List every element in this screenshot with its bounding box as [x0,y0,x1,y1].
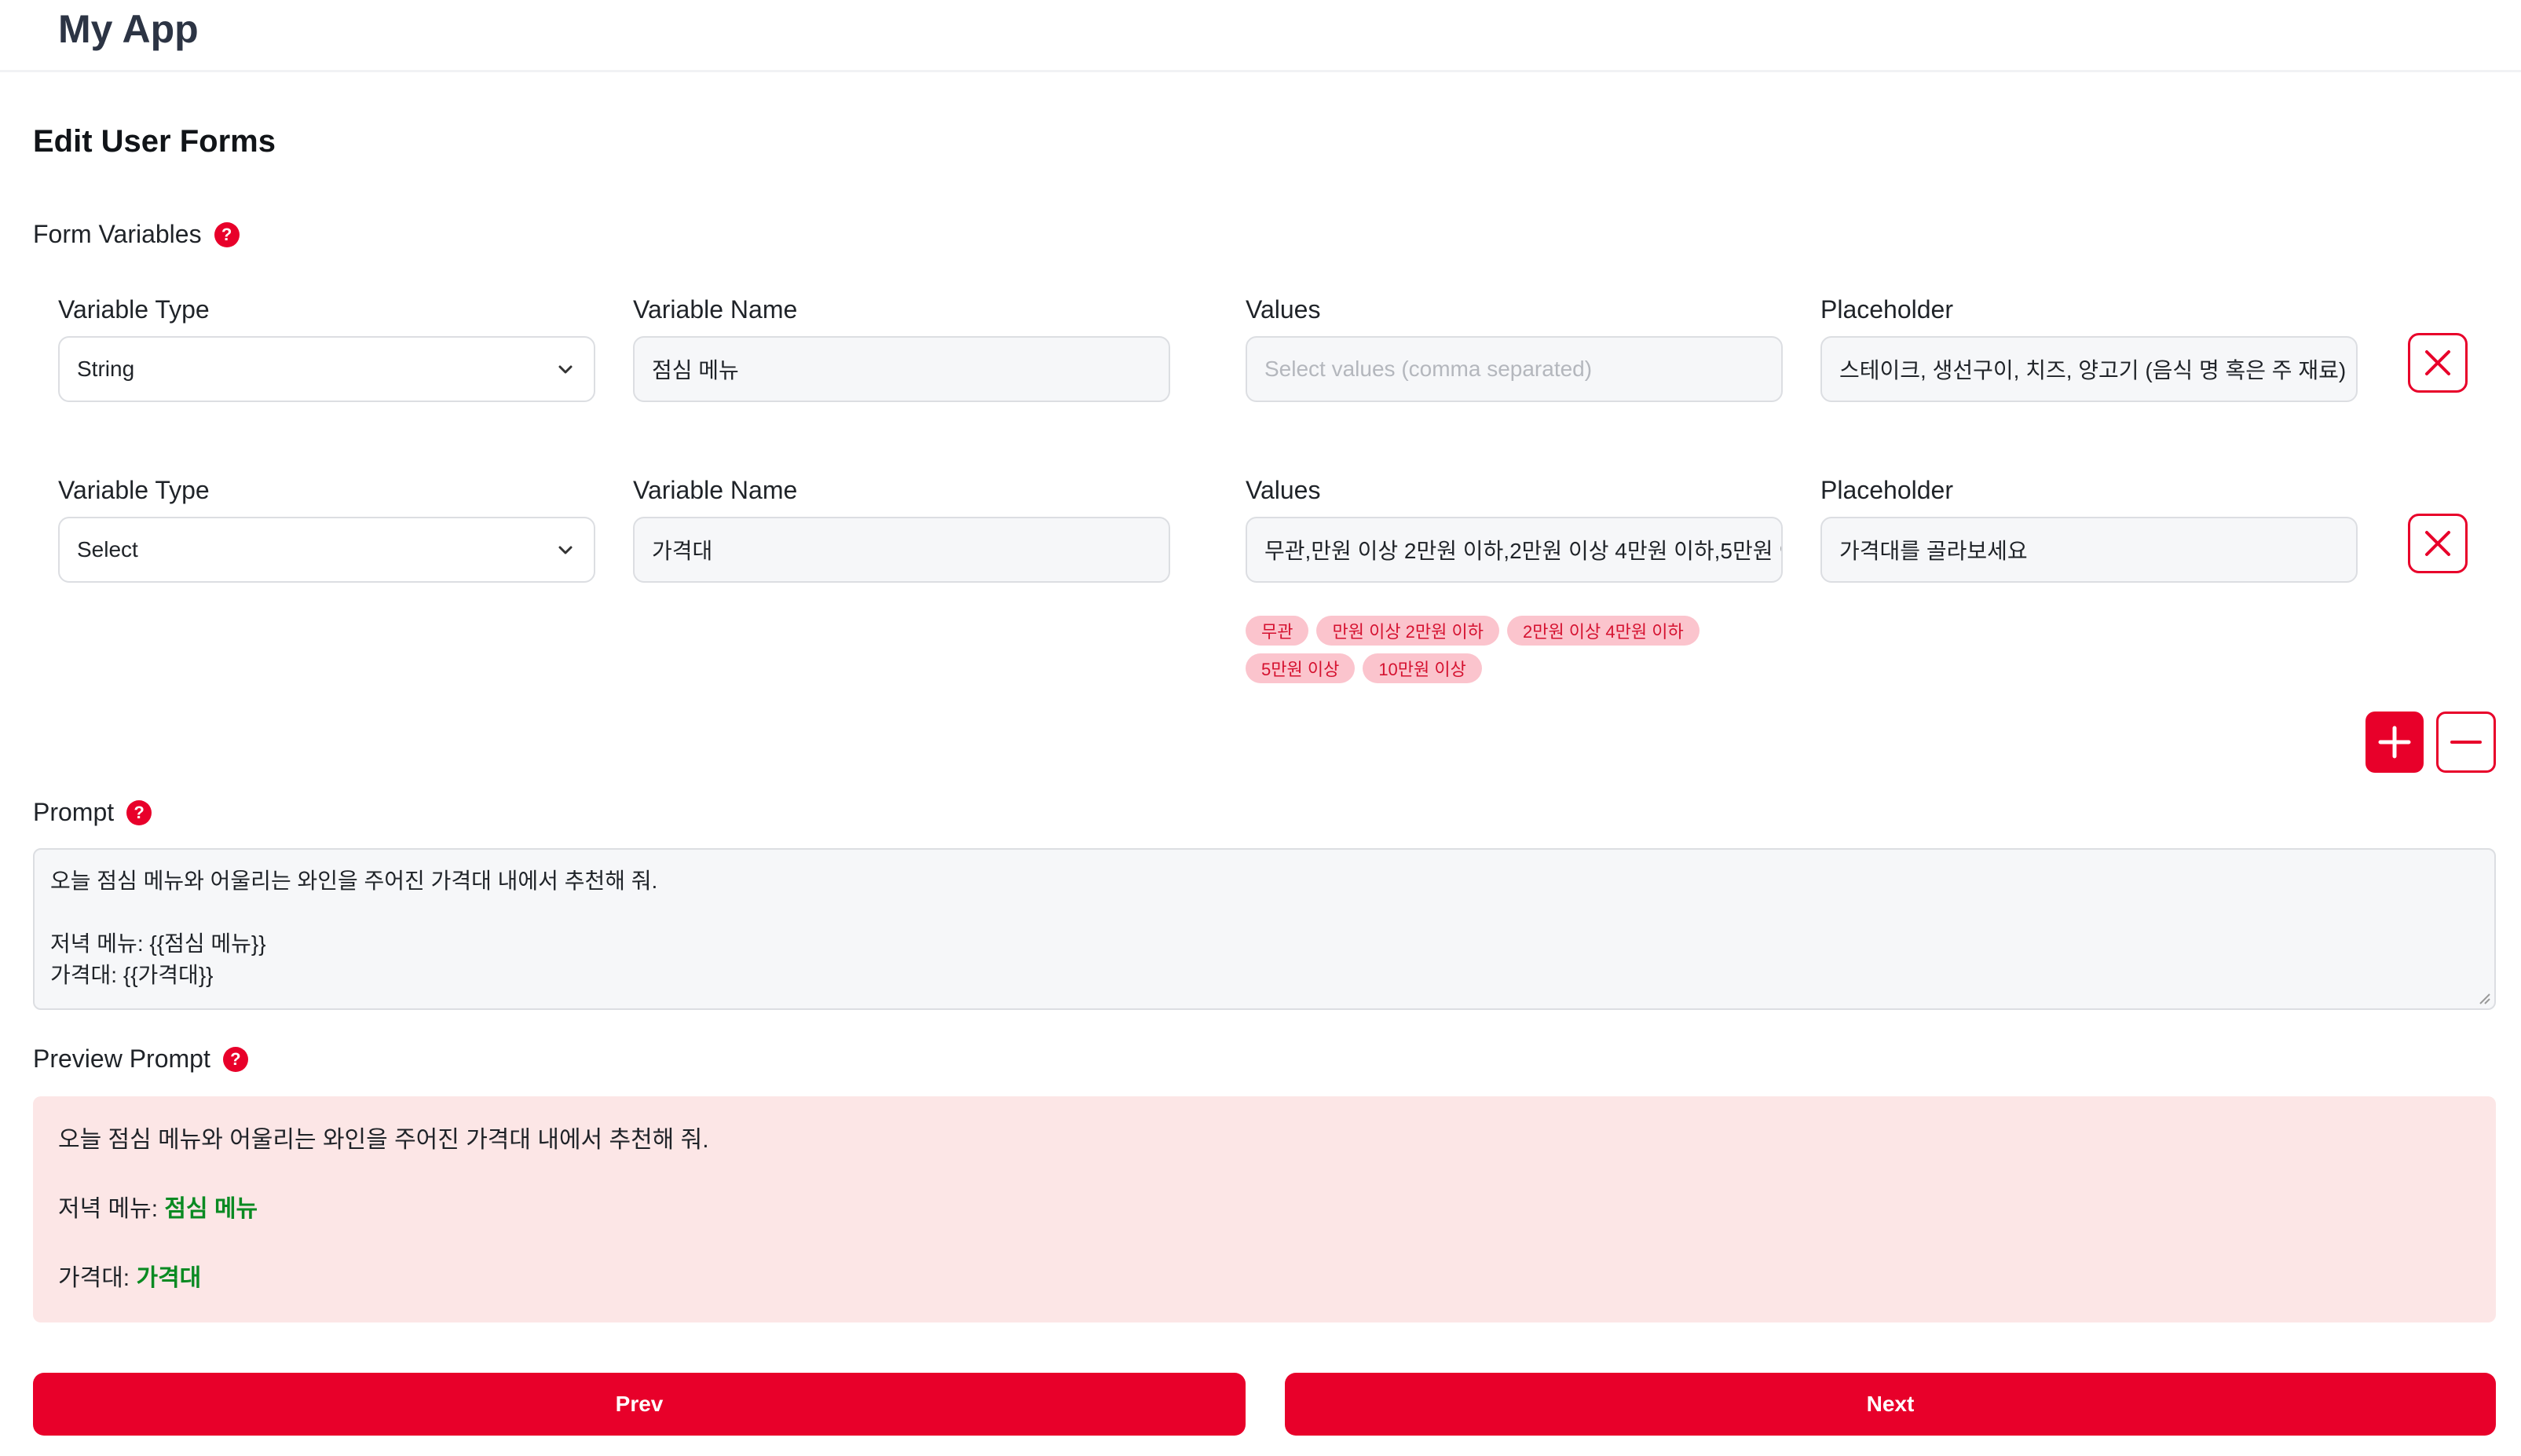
row2-name-input[interactable]: 가격대 [633,517,1170,583]
row1-type-value: String [77,357,135,381]
prompt-line [50,897,2479,928]
value-tag: 10만원 이상 [1363,653,1482,683]
row2-type-label: Variable Type [58,476,210,504]
preview-line-1: 오늘 점심 메뉴와 어울리는 와인을 주어진 가격대 내에서 추천해 줘. [58,1127,709,1153]
preview-line-2-prefix: 저녁 메뉴: [58,1196,165,1222]
value-tag: 만원 이상 2만원 이하 [1316,616,1499,646]
preview-line-2: 저녁 메뉴: 점심 메뉴 [58,1189,2471,1224]
row2-values-label: Values [1246,476,1321,504]
close-icon [2425,531,2450,556]
question-circle-icon[interactable]: ? [126,799,152,825]
plus-icon [2378,726,2411,759]
prompt-label-text: Prompt [33,798,115,826]
chevron-down-icon [558,365,573,374]
value-tag: 2만원 이상 4만원 이하 [1506,616,1700,646]
row1-placeholder-label: Placeholder [1820,295,1953,324]
app-title: My App [58,7,199,51]
row2-name-label: Variable Name [633,476,798,504]
form-variables-label-text: Form Variables [33,220,202,248]
minus-icon [2450,741,2482,744]
value-tag: 무관 [1246,616,1309,646]
preview-variable-value: 점심 메뉴 [164,1196,258,1222]
row2-remove-button[interactable] [2408,514,2468,573]
prompt-line: 가격대: {{가격대}} [50,963,214,987]
close-icon [2425,350,2450,375]
row2-type-select[interactable]: Select [58,517,595,583]
remove-variable-button[interactable] [2436,712,2496,773]
value-tag: 5만원 이상 [1246,653,1356,683]
question-circle-icon[interactable]: ? [222,1046,248,1072]
prev-button[interactable]: Prev [33,1373,1246,1436]
row2-value-tags: 무관 만원 이상 2만원 이하 2만원 이상 4만원 이하 5만원 이상 10만… [1246,616,1733,683]
preview-prompt-label: Preview Prompt ? [33,1044,248,1074]
row2-placeholder-label: Placeholder [1820,476,1953,504]
preview-line-3: 가격대: 가격대 [58,1258,2471,1293]
next-button[interactable]: Next [1285,1373,2496,1436]
row1-remove-button[interactable] [2408,333,2468,393]
prompt-line: 오늘 점심 메뉴와 어울리는 와인을 주어진 가격대 내에서 추천해 줘. [50,869,658,893]
preview-line-3-prefix: 가격대: [58,1265,137,1291]
app-header: My App [0,0,2521,72]
preview-prompt-box: 오늘 점심 메뉴와 어울리는 와인을 주어진 가격대 내에서 추천해 줘. 저녁… [33,1096,2496,1322]
row1-name-input[interactable]: 점심 메뉴 [633,336,1170,402]
row1-values-label: Values [1246,295,1321,324]
row2-values-input[interactable]: 무관,만원 이상 2만원 이하,2만원 이상 4만원 이하,5만원 이상,10만… [1246,517,1783,583]
row1-type-select[interactable]: String [58,336,595,402]
page-title: Edit User Forms [33,124,276,159]
prompt-textarea[interactable]: 오늘 점심 메뉴와 어울리는 와인을 주어진 가격대 내에서 추천해 줘. 저녁… [33,848,2496,1010]
prompt-line: 저녁 메뉴: {{점심 메뉴}} [50,931,266,956]
row2-placeholder-input[interactable]: 가격대를 골라보세요 [1820,517,2358,583]
row2-type-value: Select [77,537,138,562]
form-variables-label: Form Variables ? [33,220,240,249]
preview-variable-value: 가격대 [136,1265,202,1291]
chevron-down-icon [558,546,573,554]
question-circle-icon[interactable]: ? [214,221,240,247]
add-variable-button[interactable] [2365,712,2424,773]
resize-handle-icon[interactable] [2477,991,2491,1005]
row1-type-label: Variable Type [58,295,210,324]
preview-prompt-label-text: Preview Prompt [33,1044,210,1073]
row1-placeholder-input[interactable]: 스테이크, 생선구이, 치즈, 양고기 (음식 명 혹은 주 재료) [1820,336,2358,402]
prompt-label: Prompt ? [33,798,152,827]
row1-values-input[interactable]: Select values (comma separated) [1246,336,1783,402]
row1-name-label: Variable Name [633,295,798,324]
